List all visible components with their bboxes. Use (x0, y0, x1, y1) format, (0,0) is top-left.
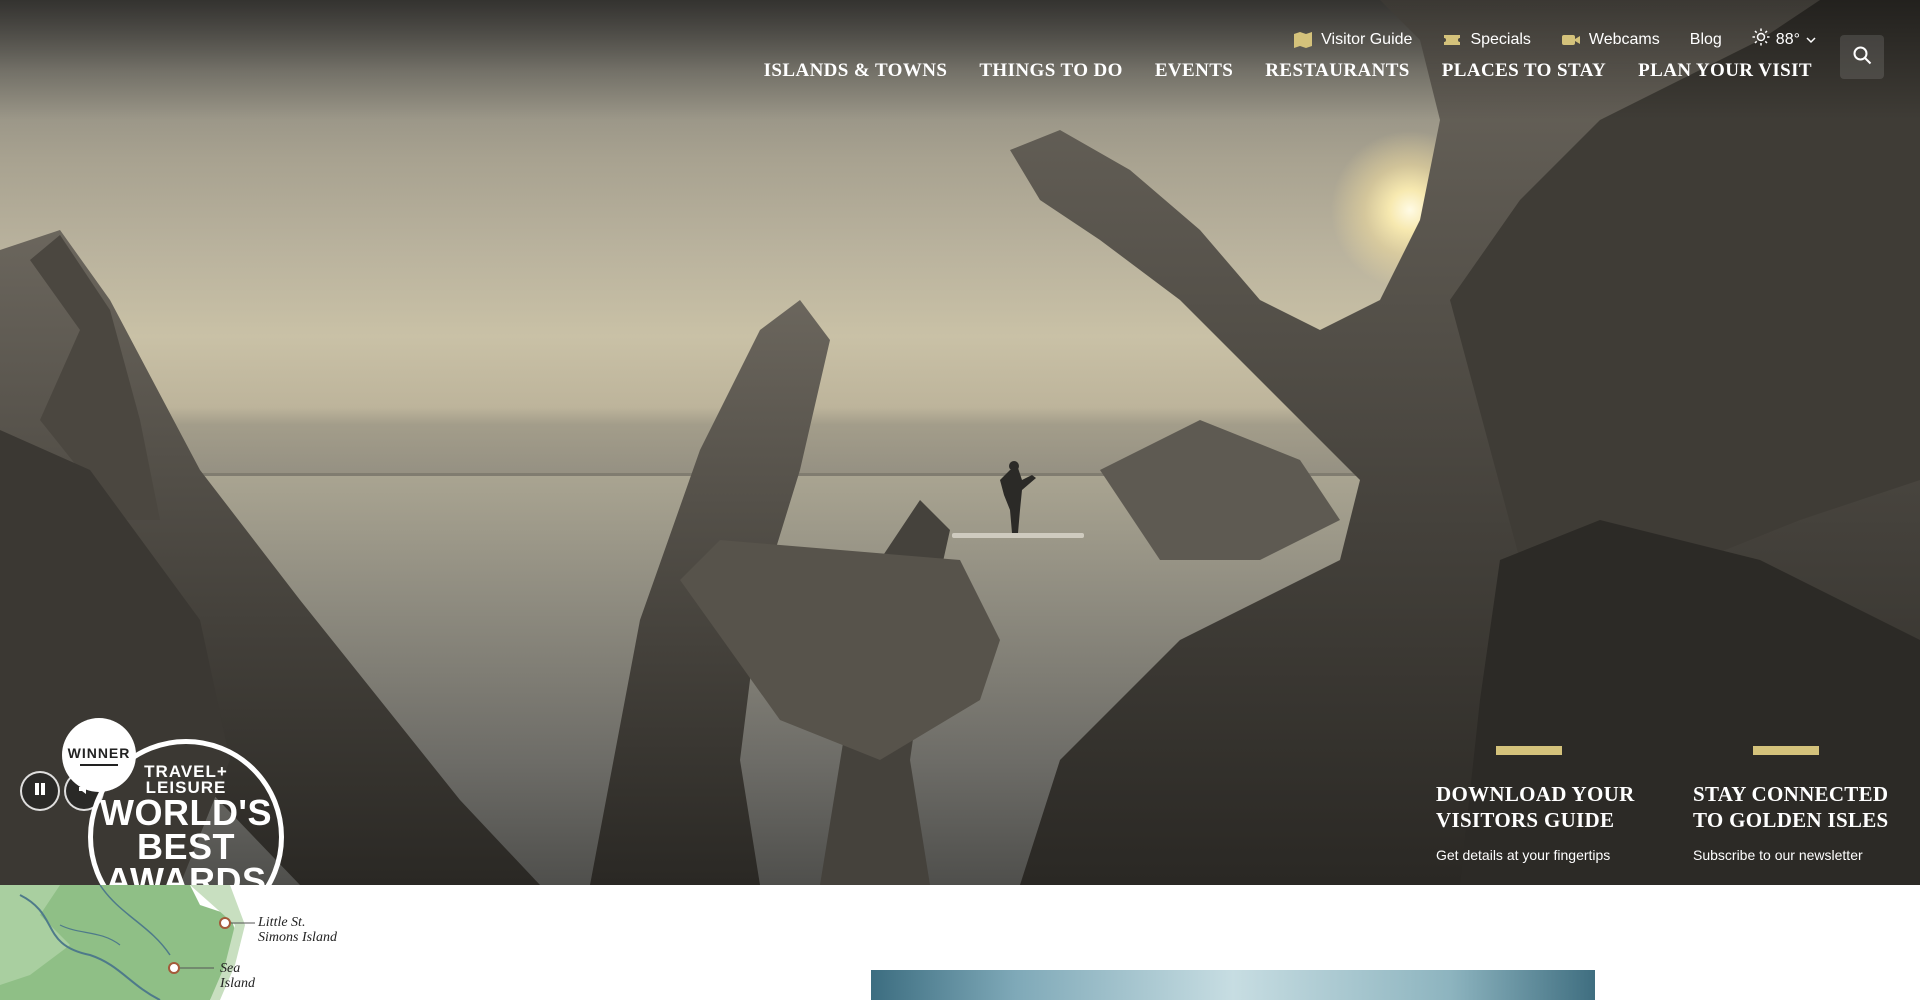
sun-icon (1752, 28, 1770, 51)
winner-badge: WINNER (62, 718, 136, 792)
webcams-label: Webcams (1588, 30, 1660, 48)
little-st-simons-marker[interactable] (219, 917, 231, 929)
specials-label: Specials (1470, 30, 1531, 48)
cta-accent-bar (1496, 746, 1562, 755)
nav-places-to-stay[interactable]: Places to Stay (1442, 60, 1606, 82)
temperature: 88° (1775, 30, 1800, 48)
chevron-down-icon (1806, 31, 1816, 49)
winner-label: WINNER (67, 744, 131, 761)
cta-accent-bar (1753, 746, 1819, 755)
map-label-line1: Little St. (258, 915, 306, 930)
feature-image[interactable] (871, 970, 1595, 1000)
specials-link[interactable]: Specials (1442, 30, 1531, 49)
search-button[interactable] (1840, 35, 1884, 79)
award-line3: WORLD'S (99, 792, 273, 833)
award-line4: BEST (136, 826, 235, 867)
camera-icon (1561, 32, 1581, 48)
sea-island-marker[interactable] (168, 962, 180, 974)
pause-icon (33, 782, 47, 801)
ticket-icon (1442, 32, 1462, 48)
map-label-sea-island: Sea Island (220, 961, 255, 991)
weather-widget[interactable]: 88° (1752, 28, 1816, 51)
winner-underline (80, 763, 118, 766)
cta-title-line1: Stay Connected (1693, 782, 1889, 806)
islands-map[interactable]: Little St. Simons Island Sea Island (0, 885, 560, 1000)
cta-title-line2: Visitors Guide (1436, 808, 1615, 832)
cta-title-line1: Download Your (1436, 782, 1635, 806)
map-label-line2: Island (220, 976, 255, 991)
visitor-guide-link[interactable]: Visitor Guide (1293, 31, 1412, 49)
map-label-line2: Simons Island (258, 930, 337, 945)
award-badge[interactable]: TRAVEL+ LEISURE WORLD'S BEST AWARDS WINN… (62, 718, 292, 935)
map-label-line1: Sea (220, 961, 241, 976)
nav-restaurants[interactable]: Restaurants (1265, 60, 1409, 82)
cta-subtitle: Subscribe to our newsletter (1693, 847, 1863, 863)
cta-subtitle: Get details at your fingertips (1436, 847, 1611, 863)
map-label-little-st-simons: Little St. Simons Island (258, 915, 337, 945)
webcams-link[interactable]: Webcams (1561, 31, 1660, 49)
search-icon (1852, 45, 1872, 70)
nav-events[interactable]: Events (1155, 60, 1233, 82)
nav-islands-towns[interactable]: Islands & Towns (764, 60, 948, 82)
blog-label: Blog (1689, 30, 1722, 48)
cta-title-line2: to Golden Isles (1693, 808, 1889, 832)
blog-link[interactable]: Blog (1690, 31, 1722, 49)
nav-plan-your-visit[interactable]: Plan Your Visit (1638, 60, 1812, 82)
utility-nav: Visitor Guide Specials Webcams Blog 88° (1293, 28, 1816, 51)
visitor-guide-label: Visitor Guide (1321, 30, 1413, 48)
visitors-guide-cta[interactable]: Download Your Visitors Guide Get details… (1436, 746, 1646, 863)
pause-button[interactable] (20, 771, 60, 811)
main-nav: Islands & Towns Things to Do Events Rest… (764, 60, 1812, 82)
newsletter-cta[interactable]: Stay Connected to Golden Isles Subscribe… (1693, 746, 1903, 863)
nav-things-to-do[interactable]: Things to Do (979, 60, 1122, 82)
map-icon (1293, 31, 1313, 48)
